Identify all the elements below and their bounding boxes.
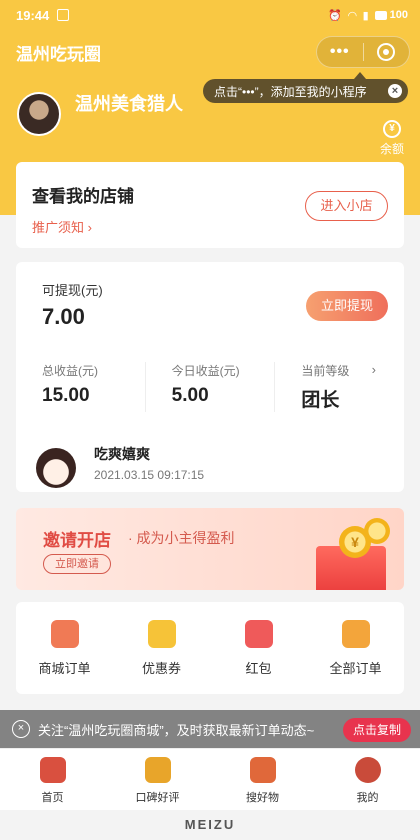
withdrawable-label: 可提现(元) — [42, 283, 103, 298]
menu-item-red-packets[interactable]: 红包 — [210, 602, 307, 694]
stat-value: 15.00 — [42, 385, 90, 406]
tab-home[interactable]: 首页 — [0, 749, 105, 810]
tip-close-icon[interactable]: × — [388, 84, 402, 98]
withdrawable-value: 7.00 — [42, 304, 85, 329]
menu-label: 优惠券 — [141, 661, 181, 676]
stat-label: 今日收益(元) — [171, 364, 240, 378]
bottom-tab-bar: 首页 口碑好评 搜好物 我的 — [0, 748, 420, 810]
stats-row: 总收益(元) 15.00 今日收益(元) 5.00 当前等级 › 团长 — [16, 362, 404, 412]
follow-toast: × 关注“温州吃玩圈商城”，及时获取最新订单动态~ 点击复制 — [0, 710, 420, 748]
reviews-icon — [144, 757, 171, 783]
stat-current-level[interactable]: 当前等级 › 团长 — [274, 362, 404, 412]
menu-label: 全部订单 — [329, 661, 382, 676]
status-time: 19:44 — [16, 7, 50, 23]
add-mini-program-tip: 点击“•••”，添加至我的小程序 × — [203, 79, 408, 103]
toast-text: 关注“温州吃玩圈商城”，及时获取最新订单动态~ — [38, 722, 315, 738]
stat-value: 团长 — [301, 390, 340, 411]
page-title: 温州吃玩圈 — [16, 45, 101, 64]
tab-label: 搜好物 — [246, 792, 279, 804]
balance-button[interactable]: ¥ 余额 — [376, 120, 408, 157]
tab-label: 我的 — [356, 792, 379, 804]
stat-label: 总收益(元) — [42, 364, 98, 378]
tip-arrow — [354, 72, 366, 79]
stat-value: 5.00 — [171, 385, 209, 406]
invite-banner[interactable]: 邀请开店 · 成为小主得盈利 立即邀请 ¥ — [16, 508, 404, 590]
device-brand: MEIZU — [0, 810, 420, 840]
coupon-icon — [147, 620, 176, 648]
battery-icon — [374, 10, 387, 20]
chevron-right-icon: › — [371, 362, 377, 377]
home-icon — [39, 757, 66, 783]
promotion-notice-link[interactable]: 推广须知 › — [32, 217, 92, 236]
balance-label: 余额 — [379, 142, 404, 156]
chevron-right-icon: › — [87, 220, 92, 235]
enter-shop-button[interactable]: 进入小店 — [305, 191, 388, 221]
close-mini-program-button[interactable] — [363, 43, 409, 61]
more-button[interactable]: ••• — [317, 43, 363, 61]
menu-item-mall-orders[interactable]: 商城订单 — [16, 602, 113, 694]
promotion-notice-label: 推广须知 — [32, 220, 85, 235]
avatar[interactable] — [17, 92, 61, 136]
battery-indicator: 100 — [374, 9, 408, 21]
battery-level: 100 — [389, 9, 408, 21]
income-card: 可提现(元) 7.00 立即提现 总收益(元) 15.00 今日收益(元) 5.… — [16, 262, 404, 492]
red-packet-icon — [244, 620, 273, 648]
stat-label: 当前等级 — [301, 364, 350, 378]
coin-icon — [364, 518, 390, 544]
withdraw-button[interactable]: 立即提现 — [306, 291, 388, 321]
tip-text: 点击“•••”，添加至我的小程序 — [214, 84, 367, 99]
menu-card: 商城订单 优惠券 红包 全部订单 — [16, 602, 404, 694]
tab-label: 首页 — [41, 792, 64, 804]
copy-button[interactable]: 点击复制 — [343, 718, 411, 742]
alarm-icon: ⏰ — [328, 9, 343, 22]
yuan-icon: ¥ — [383, 120, 401, 138]
tab-label: 口碑好评 — [135, 792, 180, 804]
tab-search-goods[interactable]: 搜好物 — [210, 749, 315, 810]
menu-item-coupons[interactable]: 优惠券 — [113, 602, 210, 694]
signal-icon: ▮ — [362, 9, 369, 22]
shop-card: 查看我的店铺 推广须知 › 进入小店 — [16, 162, 404, 248]
stat-total-income: 总收益(元) 15.00 — [16, 362, 145, 412]
notification-icon — [57, 9, 70, 21]
recent-user-row: 吃爽嬉爽 2021.03.15 09:17:15 — [36, 440, 396, 488]
tab-reviews[interactable]: 口碑好评 — [105, 749, 210, 810]
all-orders-icon — [341, 620, 370, 648]
profile-icon — [354, 757, 381, 783]
close-target-icon — [377, 43, 396, 61]
tab-mine[interactable]: 我的 — [315, 749, 420, 810]
stat-today-income: 今日收益(元) 5.00 — [144, 362, 275, 412]
banner-title: 邀请开店 — [43, 531, 111, 550]
status-bar: 19:44 ⏰ ◠ ▮ 100 — [0, 0, 420, 30]
search-goods-icon — [249, 757, 276, 783]
avatar — [36, 448, 76, 488]
menu-label: 红包 — [245, 661, 272, 676]
menu-label: 商城订单 — [38, 661, 91, 676]
mini-program-capsule: ••• — [316, 36, 410, 68]
user-name: 吃爽嬉爽 — [94, 446, 150, 462]
shop-title: 查看我的店铺 — [32, 187, 134, 206]
close-icon[interactable]: × — [12, 720, 30, 738]
menu-item-all-orders[interactable]: 全部订单 — [307, 602, 404, 694]
banner-subtitle: · 成为小主得盈利 — [128, 530, 235, 546]
order-icon — [50, 620, 79, 648]
wifi-icon: ◠ — [348, 9, 357, 22]
user-timestamp: 2021.03.15 09:17:15 — [94, 468, 205, 482]
username: 温州美食猎人 — [75, 94, 183, 114]
invite-now-button[interactable]: 立即邀请 — [43, 554, 111, 574]
